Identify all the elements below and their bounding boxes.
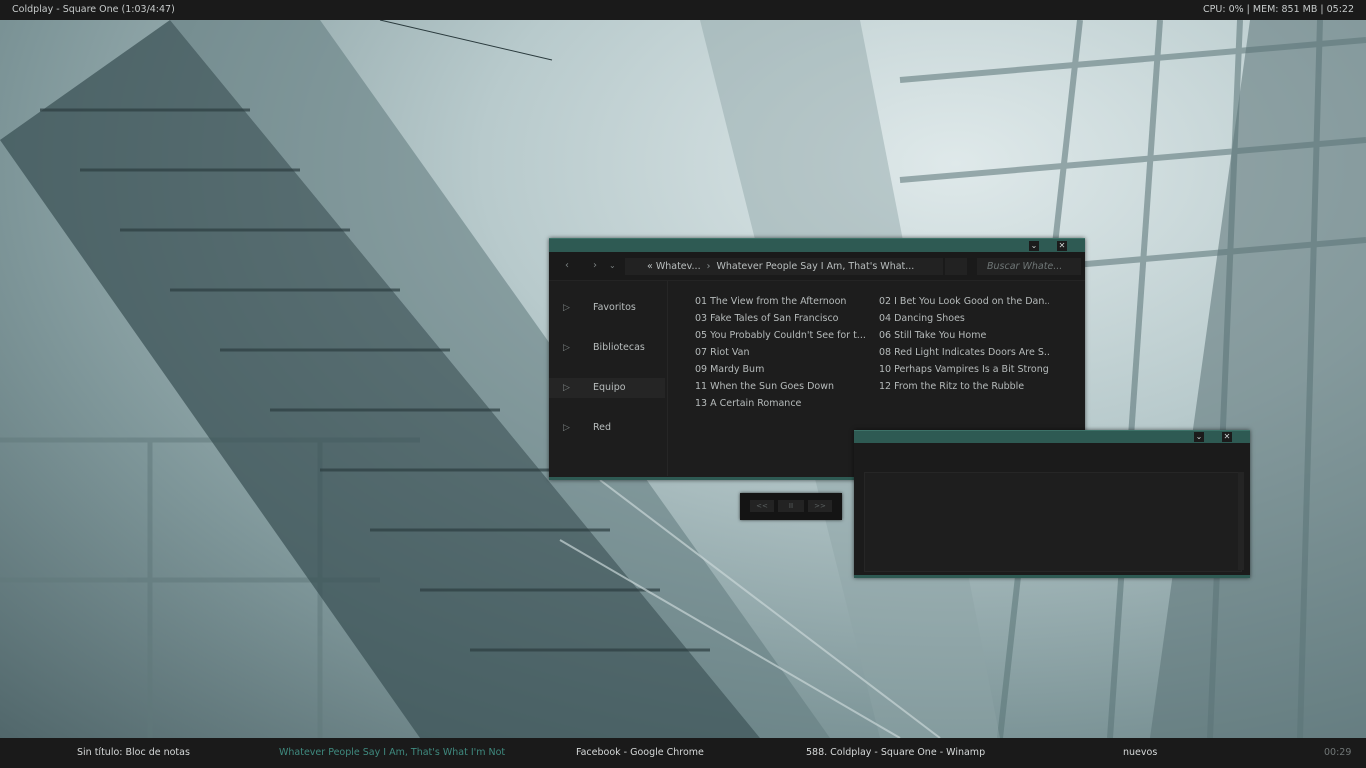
taskbar-item-nuevos[interactable]: nuevos [1123, 738, 1157, 768]
file-item[interactable]: 05 You Probably Couldn't See for t... [695, 329, 865, 343]
expand-triangle-icon[interactable]: ▷ [563, 378, 570, 398]
breadcrumb-item-2[interactable]: Whatever People Say I Am, That's What... [716, 261, 914, 272]
file-item[interactable]: 06 Still Take You Home [879, 329, 1049, 343]
media-controls: << II >> [740, 493, 842, 520]
taskbar-item-winamp[interactable]: 588. Coldplay - Square One - Winamp [806, 738, 985, 768]
file-item[interactable]: 13 A Certain Romance [695, 397, 865, 411]
now-playing-text: Coldplay - Square One (1:03/4:47) [12, 4, 175, 15]
file-item[interactable]: 09 Mardy Bum [695, 363, 865, 377]
file-item[interactable]: 12 From the Ritz to the Rubble [879, 380, 1049, 394]
close-icon[interactable]: ✕ [1222, 432, 1232, 442]
window-bottom-border [854, 575, 1250, 578]
close-icon[interactable]: ✕ [1057, 241, 1067, 251]
expand-triangle-icon[interactable]: ▷ [563, 298, 570, 318]
expand-triangle-icon[interactable]: ▷ [563, 418, 570, 438]
minimize-chevron-icon[interactable]: ⌄ [1194, 432, 1204, 442]
secondary-window: ⌄ ✕ [854, 430, 1250, 578]
forward-chevron-icon[interactable]: › [593, 260, 597, 271]
file-item[interactable]: 03 Fake Tales of San Francisco [695, 312, 865, 326]
explorer-titlebar[interactable]: ⌄ ✕ [549, 238, 1085, 253]
taskbar: Sin título: Bloc de notas Whatever Peopl… [0, 738, 1366, 768]
secondary-titlebar[interactable]: ⌄ ✕ [854, 430, 1250, 443]
next-track-button[interactable]: >> [808, 500, 832, 512]
taskbar-clock: 00:29 [1324, 747, 1352, 758]
sidebar-item-equipo[interactable]: ▷ Equipo [549, 378, 665, 398]
taskbar-item-chrome[interactable]: Facebook - Google Chrome [576, 738, 704, 768]
file-item[interactable]: 01 The View from the Afternoon [695, 295, 865, 309]
breadcrumb-separator-icon: › [706, 261, 711, 272]
expand-triangle-icon[interactable]: ▷ [563, 338, 570, 358]
taskbar-item-notepad[interactable]: Sin título: Bloc de notas [77, 738, 190, 768]
sidebar-item-label: Red [593, 422, 612, 433]
minimize-chevron-icon[interactable]: ⌄ [1029, 241, 1039, 251]
explorer-navbar: ‹ › ⌄ « Whatev... › Whatever People Say … [549, 252, 1085, 281]
search-input[interactable]: Buscar Whate... [977, 258, 1081, 275]
file-item[interactable]: 11 When the Sun Goes Down [695, 380, 865, 394]
top-status-bar: Coldplay - Square One (1:03/4:47) CPU: 0… [0, 0, 1366, 20]
system-stats-text: CPU: 0% | MEM: 851 MB | 05:22 [1203, 4, 1354, 15]
breadcrumb-arrow-icon: « [647, 261, 653, 272]
navigation-pane: ▷ Favoritos ▷ Bibliotecas ▷ Equipo ▷ Red [549, 281, 668, 476]
sidebar-item-label: Equipo [593, 382, 626, 393]
sidebar-item-label: Bibliotecas [593, 342, 645, 353]
content-area[interactable] [864, 472, 1242, 572]
breadcrumb[interactable]: « Whatev... › Whatever People Say I Am, … [625, 258, 943, 275]
refresh-button[interactable] [945, 258, 967, 275]
pause-button[interactable]: II [778, 500, 804, 512]
previous-track-button[interactable]: << [750, 500, 774, 512]
taskbar-item-explorer[interactable]: Whatever People Say I Am, That's What I'… [279, 738, 505, 768]
file-item[interactable]: 04 Dancing Shoes [879, 312, 1049, 326]
file-item[interactable]: 10 Perhaps Vampires Is a Bit Strong... [879, 363, 1049, 377]
scrollbar[interactable] [1238, 472, 1244, 570]
file-item[interactable]: 02 I Bet You Look Good on the Dan... [879, 295, 1049, 309]
back-chevron-icon[interactable]: ‹ [565, 260, 569, 271]
history-chevron-down-icon[interactable]: ⌄ [609, 261, 616, 270]
file-item[interactable]: 08 Red Light Indicates Doors Are S... [879, 346, 1049, 360]
breadcrumb-item-1[interactable]: Whatev... [656, 261, 701, 272]
sidebar-item-bibliotecas[interactable]: ▷ Bibliotecas [549, 338, 665, 358]
sidebar-item-red[interactable]: ▷ Red [549, 418, 665, 438]
sidebar-item-label: Favoritos [593, 302, 636, 313]
file-item[interactable]: 07 Riot Van [695, 346, 865, 360]
sidebar-item-favoritos[interactable]: ▷ Favoritos [549, 298, 665, 318]
